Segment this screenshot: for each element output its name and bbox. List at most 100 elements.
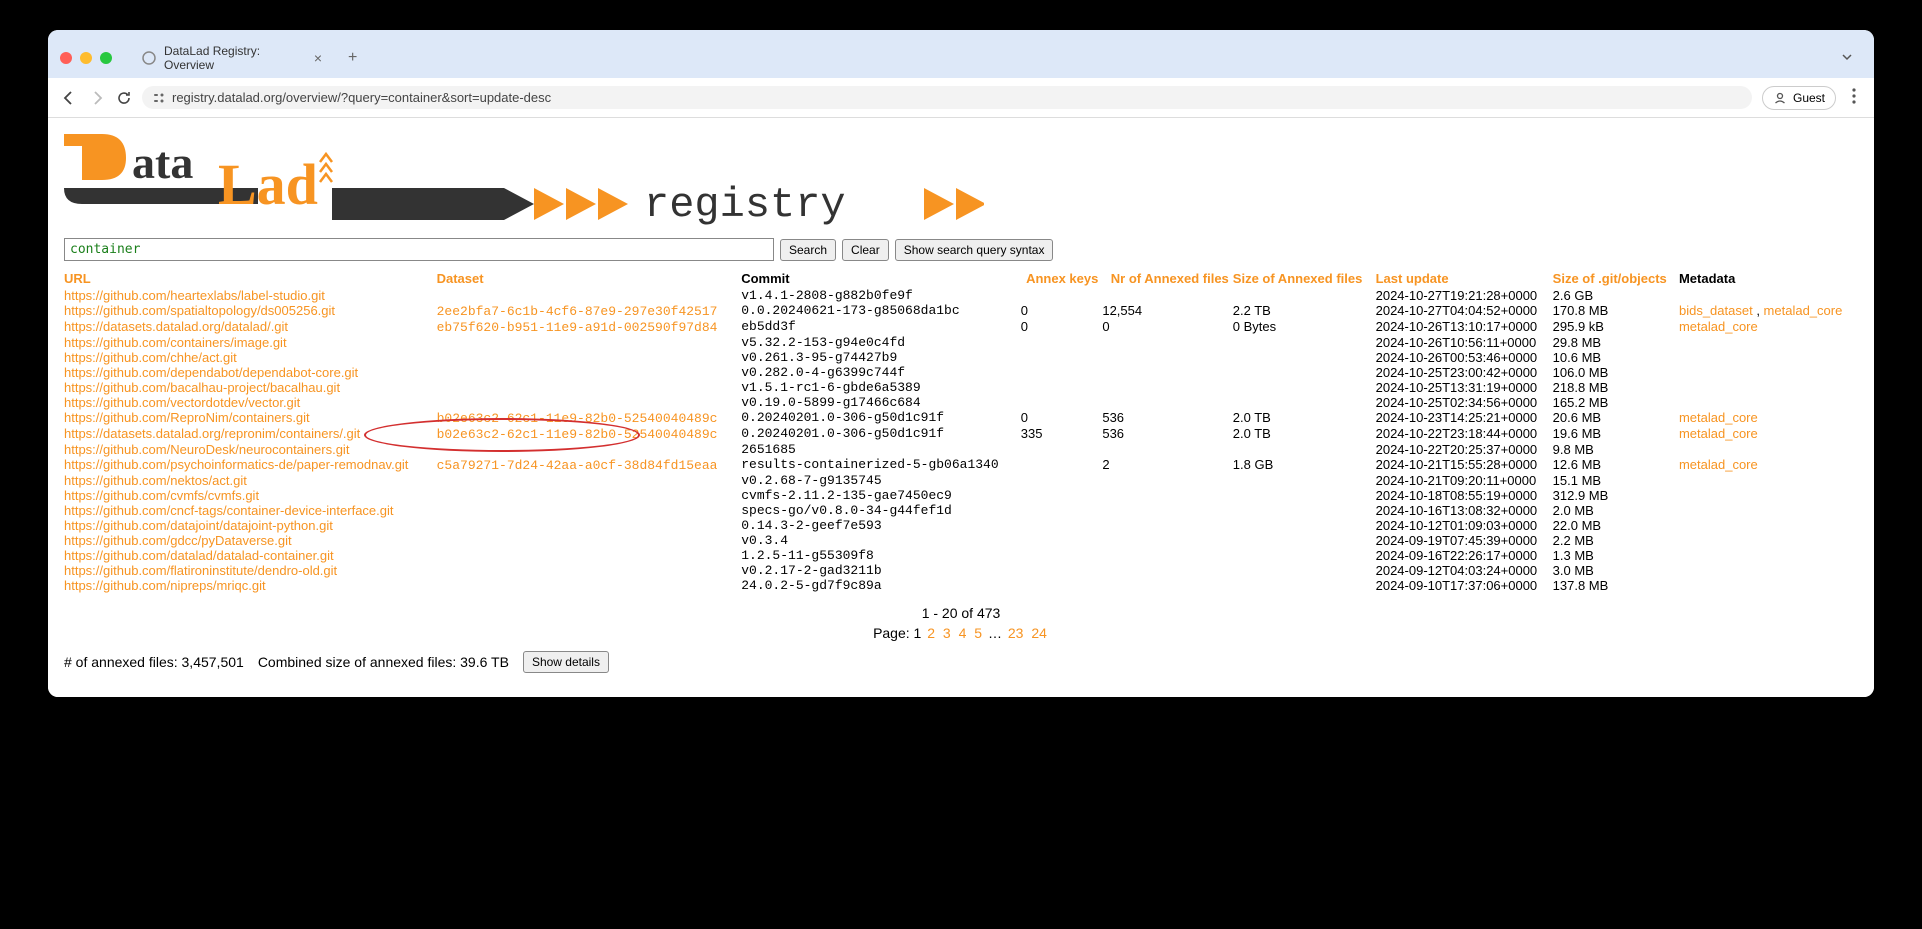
url-link[interactable]: https://github.com/nipreps/mriqc.git (64, 578, 266, 593)
col-annexed-size[interactable]: Size of Annexed files (1233, 269, 1376, 288)
col-url[interactable]: URL (64, 269, 437, 288)
commit-cell: v0.19.0-5899-g17466c684 (741, 395, 1021, 410)
url-link[interactable]: https://github.com/containers/image.git (64, 335, 287, 350)
site-settings-icon[interactable] (152, 91, 166, 105)
dataset-link[interactable]: 2ee2bfa7-6c1b-4cf6-87e9-297e30f42517 (437, 304, 718, 319)
window-minimize-icon[interactable] (80, 52, 92, 64)
table-row: https://github.com/cncf-tags/container-d… (64, 503, 1858, 518)
commit-cell: 0.14.3-2-geef7e593 (741, 518, 1021, 533)
annexed-files-cell (1102, 473, 1232, 488)
url-link[interactable]: https://github.com/datajoint/datajoint-p… (64, 518, 333, 533)
col-last-update[interactable]: Last update (1376, 269, 1553, 288)
git-objects-cell: 22.0 MB (1553, 518, 1679, 533)
window-close-icon[interactable] (60, 52, 72, 64)
annexed-size-cell (1233, 335, 1376, 350)
last-update-cell: 2024-10-27T19:21:28+0000 (1376, 288, 1553, 303)
git-objects-cell: 170.8 MB (1553, 303, 1679, 319)
browser-tab[interactable]: DataLad Registry: Overview × (132, 38, 332, 78)
annexed-files-cell: 536 (1102, 410, 1232, 426)
commit-cell: v0.282.0-4-g6399c744f (741, 365, 1021, 380)
last-update-cell: 2024-10-26T10:56:11+0000 (1376, 335, 1553, 350)
table-row: https://github.com/spatialtopology/ds005… (64, 303, 1858, 319)
table-row: https://github.com/NeuroDesk/neurocontai… (64, 442, 1858, 457)
url-link[interactable]: https://github.com/bacalhau-project/baca… (64, 380, 340, 395)
annexed-files-cell (1102, 533, 1232, 548)
tab-title: DataLad Registry: Overview (164, 44, 306, 72)
url-link[interactable]: https://github.com/gdcc/pyDataverse.git (64, 533, 292, 548)
metadata-link[interactable]: bids_dataset (1679, 303, 1753, 318)
col-annexed-files[interactable]: Nr of Annexed files (1102, 269, 1232, 288)
metadata-link[interactable]: metalad_core (1764, 303, 1843, 318)
search-input[interactable] (64, 238, 774, 261)
url-link[interactable]: https://github.com/vectordotdev/vector.g… (64, 395, 300, 410)
new-tab-button[interactable]: + (340, 45, 365, 71)
back-button[interactable] (60, 89, 78, 107)
forward-button[interactable] (88, 89, 106, 107)
page-link[interactable]: 5 (972, 625, 984, 641)
dataset-link[interactable]: c5a79271-7d24-42aa-a0cf-38d84fd15eaa (437, 458, 718, 473)
url-link[interactable]: https://github.com/dependabot/dependabot… (64, 365, 358, 380)
url-link[interactable]: https://github.com/ReproNim/containers.g… (64, 410, 310, 425)
metadata-link[interactable]: metalad_core (1679, 410, 1758, 425)
col-git-objects[interactable]: Size of .git/objects (1553, 269, 1679, 288)
col-dataset[interactable]: Dataset (437, 269, 742, 288)
metadata-link[interactable]: metalad_core (1679, 457, 1758, 472)
search-button[interactable]: Search (780, 239, 836, 261)
guest-profile-button[interactable]: Guest (1762, 86, 1836, 110)
page-link[interactable]: 2 (925, 625, 937, 641)
url-link[interactable]: https://github.com/psychoinformatics-de/… (64, 457, 408, 472)
clear-button[interactable]: Clear (842, 239, 889, 261)
page-link[interactable]: 4 (957, 625, 969, 641)
show-syntax-button[interactable]: Show search query syntax (895, 239, 1054, 261)
metadata-cell: metalad_core (1679, 319, 1858, 335)
url-link[interactable]: https://github.com/datalad/datalad-conta… (64, 548, 334, 563)
page-link[interactable]: 24 (1029, 625, 1049, 641)
url-link[interactable]: https://github.com/nektos/act.git (64, 473, 247, 488)
url-link[interactable]: https://github.com/cvmfs/cvmfs.git (64, 488, 259, 503)
metadata-link[interactable]: metalad_core (1679, 426, 1758, 441)
col-annex-keys[interactable]: Annex keys (1021, 269, 1103, 288)
metadata-cell (1679, 488, 1858, 503)
metadata-cell (1679, 578, 1858, 593)
last-update-cell: 2024-10-12T01:09:03+0000 (1376, 518, 1553, 533)
tab-dropdown-button[interactable] (1832, 46, 1862, 71)
git-objects-cell: 295.9 kB (1553, 319, 1679, 335)
table-row: https://datasets.datalad.org/datalad/.gi… (64, 319, 1858, 335)
window-maximize-icon[interactable] (100, 52, 112, 64)
page-link[interactable]: 23 (1006, 625, 1026, 641)
metadata-link[interactable]: metalad_core (1679, 319, 1758, 334)
url-link[interactable]: https://datasets.datalad.org/repronim/co… (64, 426, 360, 441)
annexed-size-cell (1233, 365, 1376, 380)
reload-button[interactable] (116, 90, 132, 106)
dataset-link[interactable]: b02e63c2-62c1-11e9-82b0-52540040489c (437, 411, 718, 426)
url-link[interactable]: https://github.com/spatialtopology/ds005… (64, 303, 335, 318)
url-link[interactable]: https://github.com/heartexlabs/label-stu… (64, 288, 325, 303)
page-link[interactable]: 3 (941, 625, 953, 641)
annexed-size-cell: 0 Bytes (1233, 319, 1376, 335)
metadata-cell: metalad_core (1679, 426, 1858, 442)
table-row: https://github.com/chhe/act.git v0.261.3… (64, 350, 1858, 365)
annexed-size-cell: 2.0 TB (1233, 410, 1376, 426)
table-row: https://github.com/psychoinformatics-de/… (64, 457, 1858, 473)
table-row: https://github.com/ReproNim/containers.g… (64, 410, 1858, 426)
dataset-link[interactable]: eb75f620-b951-11e9-a91d-002590f97d84 (437, 320, 718, 335)
show-details-button[interactable]: Show details (523, 651, 609, 673)
git-objects-cell: 137.8 MB (1553, 578, 1679, 593)
url-link[interactable]: https://github.com/chhe/act.git (64, 350, 237, 365)
address-bar[interactable]: registry.datalad.org/overview/?query=con… (142, 86, 1752, 109)
metadata-cell (1679, 518, 1858, 533)
url-link[interactable]: https://github.com/NeuroDesk/neurocontai… (64, 442, 349, 457)
last-update-cell: 2024-10-21T09:20:11+0000 (1376, 473, 1553, 488)
annexed-files-cell (1102, 365, 1232, 380)
tab-close-icon[interactable]: × (314, 50, 322, 66)
annex-keys-cell (1021, 365, 1103, 380)
annexed-files-cell (1102, 335, 1232, 350)
annexed-files-cell (1102, 518, 1232, 533)
url-link[interactable]: https://github.com/flatironinstitute/den… (64, 563, 337, 578)
dataset-link[interactable]: b02e63c2-62c1-11e9-82b0-52540040489c (437, 427, 718, 442)
url-link[interactable]: https://datasets.datalad.org/datalad/.gi… (64, 319, 288, 334)
browser-menu-button[interactable] (1846, 84, 1862, 111)
annexed-files-cell: 2 (1102, 457, 1232, 473)
url-link[interactable]: https://github.com/cncf-tags/container-d… (64, 503, 394, 518)
traffic-lights (60, 52, 112, 64)
